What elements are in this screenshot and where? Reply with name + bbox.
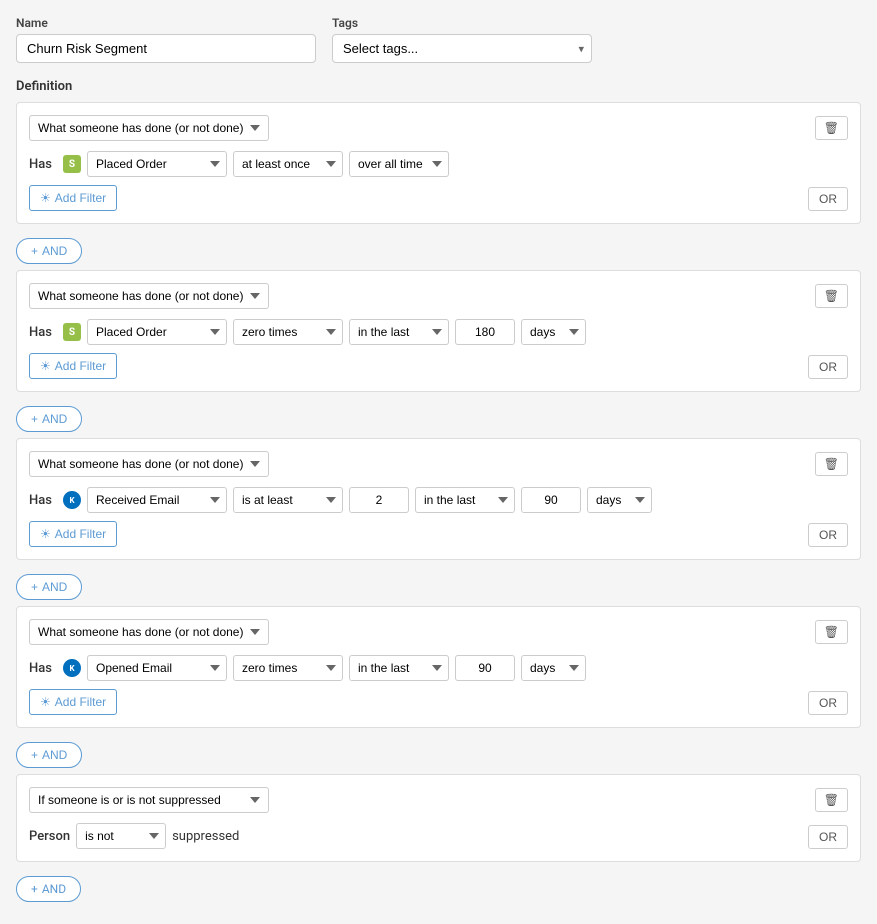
- and-label-4: AND: [42, 748, 67, 762]
- condition-type-select-2[interactable]: What someone has done (or not done): [29, 283, 269, 309]
- frequency-select-3[interactable]: is at least: [233, 487, 343, 513]
- frequency-select-2[interactable]: zero times: [233, 319, 343, 345]
- days-select-3[interactable]: days: [587, 487, 652, 513]
- freq-number-input-3[interactable]: [349, 487, 409, 513]
- condition-header-2: What someone has done (or not done) 🗑: [29, 283, 848, 309]
- and-button-5[interactable]: + AND: [16, 876, 81, 902]
- tags-select[interactable]: Select tags...: [332, 34, 592, 63]
- add-filter-button-1[interactable]: ☀ Add Filter: [29, 185, 117, 211]
- event-select-3[interactable]: Received Email: [87, 487, 227, 513]
- name-label: Name: [16, 16, 316, 30]
- days-select-2[interactable]: days: [521, 319, 586, 345]
- tags-label: Tags: [332, 16, 592, 30]
- has-label-2: Has: [29, 325, 57, 340]
- and-plus-icon-4: +: [31, 748, 38, 762]
- event-icon-1: S: [63, 155, 81, 173]
- or-button-1[interactable]: OR: [808, 187, 848, 211]
- number-input-4[interactable]: [455, 655, 515, 681]
- event-icon-4: K: [63, 659, 81, 677]
- condition-block-2: What someone has done (or not done) 🗑 Has S…: [16, 270, 861, 392]
- and-plus-icon-2: +: [31, 412, 38, 426]
- time-select-4[interactable]: in the last: [349, 655, 449, 681]
- condition-block-3: What someone has done (or not done) 🗑 Has K…: [16, 438, 861, 560]
- add-filter-button-4[interactable]: ☀ Add Filter: [29, 689, 117, 715]
- days-number-input-3[interactable]: [521, 487, 581, 513]
- condition-block-1: What someone has done (or not done) 🗑 Has S…: [16, 102, 861, 224]
- has-label-5: Person: [29, 829, 70, 844]
- event-select-4[interactable]: Opened Email: [87, 655, 227, 681]
- and-button-1[interactable]: + AND: [16, 238, 82, 264]
- delete-button-1[interactable]: 🗑: [815, 116, 848, 140]
- condition-row-3: Has K Received Emailis at least in the last…: [29, 487, 848, 513]
- or-button-3[interactable]: OR: [808, 523, 848, 547]
- condition-footer-1: ☀ Add Filter OR: [29, 177, 848, 211]
- and-label-2: AND: [42, 412, 67, 426]
- condition-type-select-4[interactable]: What someone has done (or not done): [29, 619, 269, 645]
- condition-type-select-5[interactable]: If someone is or is not suppressed: [29, 787, 269, 813]
- and-button-3[interactable]: + AND: [16, 574, 82, 600]
- filter-icon-1: ☀: [40, 191, 51, 205]
- condition-type-select-1[interactable]: What someone has done (or not done): [29, 115, 269, 141]
- and-label-5: AND: [42, 882, 66, 896]
- add-filter-button-2[interactable]: ☀ Add Filter: [29, 353, 117, 379]
- or-button-4[interactable]: OR: [808, 691, 848, 715]
- has-label-4: Has: [29, 661, 57, 676]
- frequency-select-1[interactable]: at least once: [233, 151, 343, 177]
- filter-icon-3: ☀: [40, 527, 51, 541]
- name-field-group: Name: [16, 16, 316, 63]
- condition-type-select-3[interactable]: What someone has done (or not done): [29, 451, 269, 477]
- or-button-2[interactable]: OR: [808, 355, 848, 379]
- has-label-1: Has: [29, 157, 57, 172]
- and-plus-icon-3: +: [31, 580, 38, 594]
- condition-header-3: What someone has done (or not done) 🗑: [29, 451, 848, 477]
- and-label-1: AND: [42, 244, 67, 258]
- person-condition-select-5[interactable]: is not: [76, 823, 166, 849]
- condition-footer-2: ☀ Add Filter OR: [29, 345, 848, 379]
- or-button-5[interactable]: OR: [808, 825, 848, 849]
- tags-field-group: Tags Select tags...: [332, 16, 592, 63]
- and-label-3: AND: [42, 580, 67, 594]
- condition-header-4: What someone has done (or not done) 🗑: [29, 619, 848, 645]
- time-select-2[interactable]: in the last: [349, 319, 449, 345]
- definition-label: Definition: [16, 79, 861, 94]
- blocks-container: What someone has done (or not done) 🗑 Has S…: [16, 102, 861, 862]
- number-input-2[interactable]: [455, 319, 515, 345]
- suppressed-text-5: suppressed: [172, 829, 239, 844]
- condition-row-1: Has S Placed Orderat least onceover all ti…: [29, 151, 848, 177]
- and-plus-icon-1: +: [31, 244, 38, 258]
- days-select-4[interactable]: days: [521, 655, 586, 681]
- time-select-1[interactable]: over all time: [349, 151, 449, 177]
- has-label-3: Has: [29, 493, 57, 508]
- frequency-select-4[interactable]: zero times: [233, 655, 343, 681]
- name-input[interactable]: [16, 34, 316, 63]
- event-select-1[interactable]: Placed Order: [87, 151, 227, 177]
- tags-wrapper: Select tags...: [332, 34, 592, 63]
- delete-button-5[interactable]: 🗑: [815, 788, 848, 812]
- event-select-2[interactable]: Placed Order: [87, 319, 227, 345]
- event-icon-2: S: [63, 323, 81, 341]
- condition-header-1: What someone has done (or not done) 🗑: [29, 115, 848, 141]
- delete-button-3[interactable]: 🗑: [815, 452, 848, 476]
- delete-button-2[interactable]: 🗑: [815, 284, 848, 308]
- condition-block-5: If someone is or is not suppressed 🗑 Perso…: [16, 774, 861, 862]
- and-plus-icon: +: [31, 882, 38, 896]
- and-button-4[interactable]: + AND: [16, 742, 82, 768]
- condition-row-5: Person is not suppressed: [29, 823, 848, 849]
- filter-icon-4: ☀: [40, 695, 51, 709]
- condition-row-2: Has S Placed Orderzero timesin the last day…: [29, 319, 848, 345]
- top-row: Name Tags Select tags...: [16, 16, 861, 63]
- condition-footer-3: ☀ Add Filter OR: [29, 513, 848, 547]
- condition-block-4: What someone has done (or not done) 🗑 Has K…: [16, 606, 861, 728]
- delete-button-4[interactable]: 🗑: [815, 620, 848, 644]
- time-select-3[interactable]: in the last: [415, 487, 515, 513]
- condition-footer-4: ☀ Add Filter OR: [29, 681, 848, 715]
- add-filter-button-3[interactable]: ☀ Add Filter: [29, 521, 117, 547]
- filter-icon-2: ☀: [40, 359, 51, 373]
- condition-row-4: Has K Opened Emailzero timesin the last day…: [29, 655, 848, 681]
- event-icon-3: K: [63, 491, 81, 509]
- and-button-2[interactable]: + AND: [16, 406, 82, 432]
- condition-header-5: If someone is or is not suppressed 🗑: [29, 787, 848, 813]
